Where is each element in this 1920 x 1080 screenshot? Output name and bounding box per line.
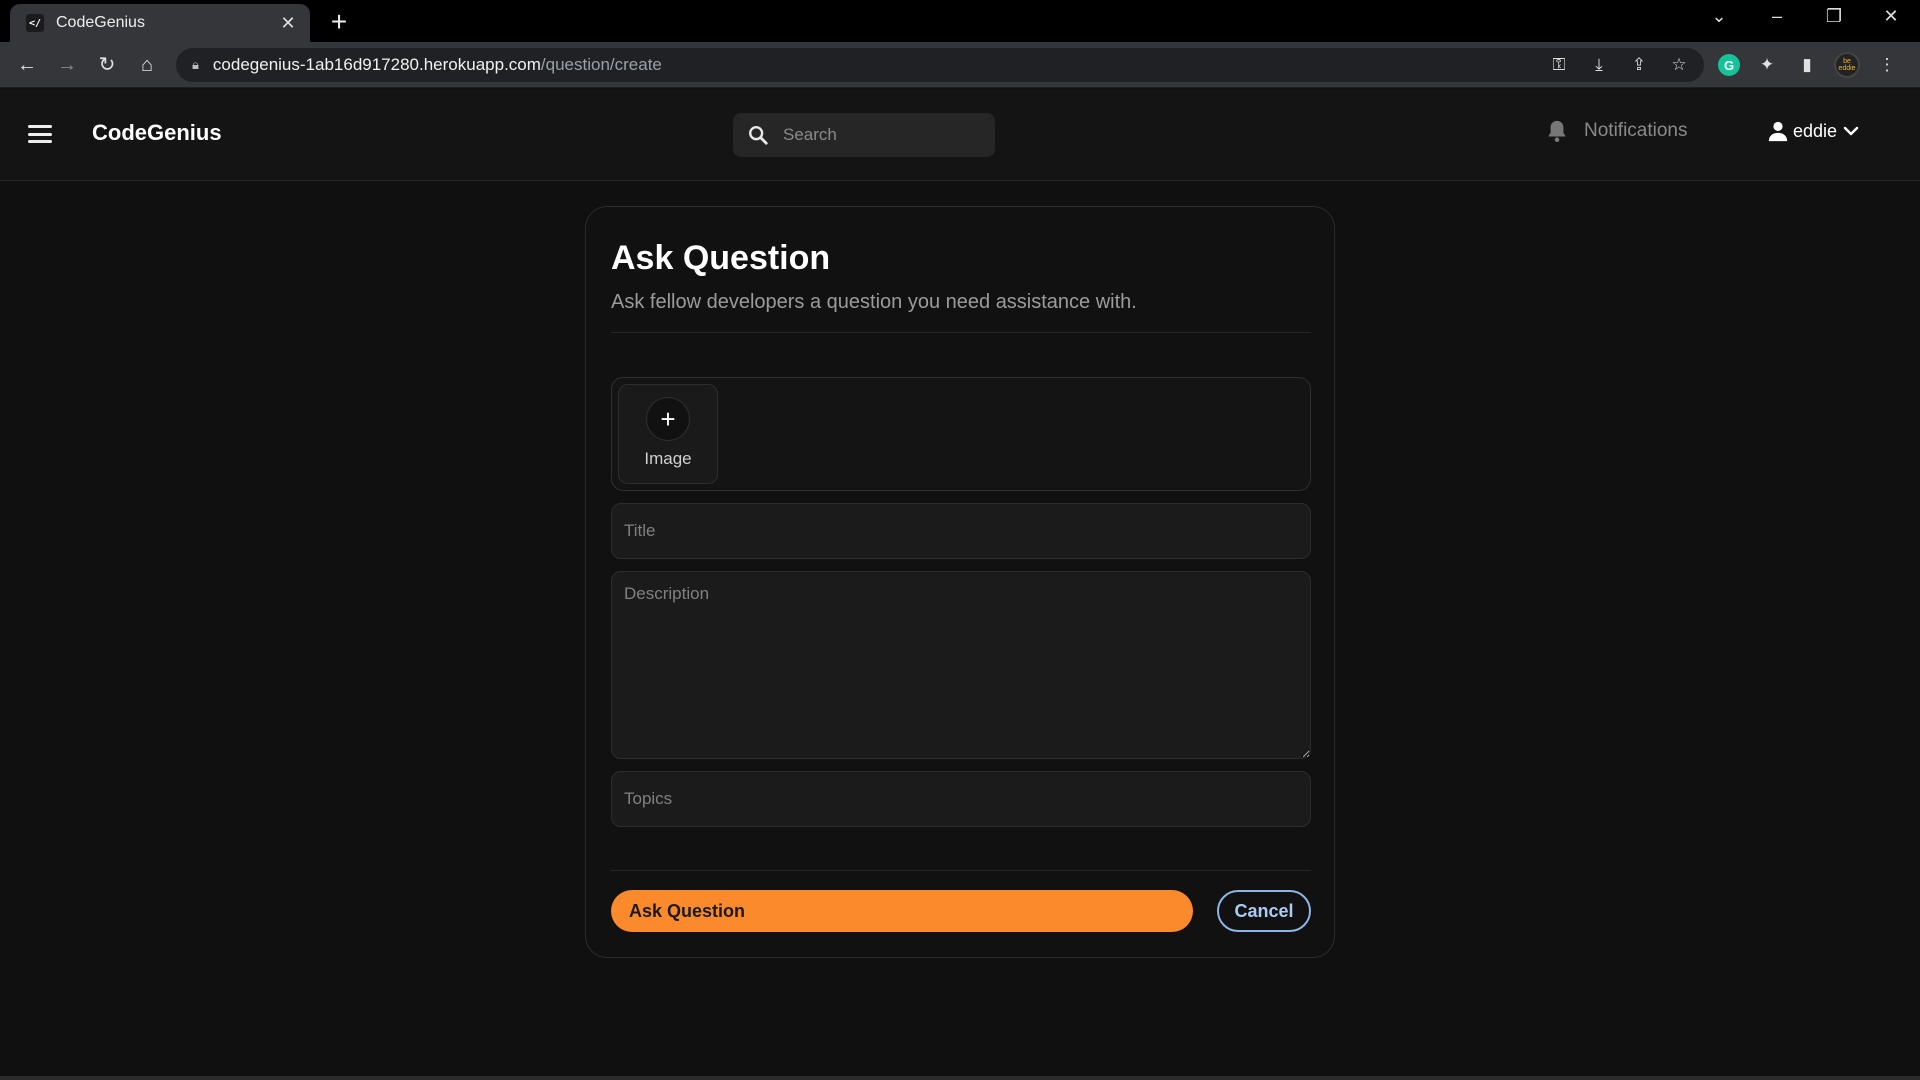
description-textarea[interactable]: [611, 571, 1311, 759]
home-icon[interactable]: ⌂: [134, 52, 160, 78]
browser-toolbar: ← → ↻ ⌂ 🔒︎ codegenius-1ab16d917280.herok…: [0, 42, 1920, 88]
browser-tab[interactable]: </ CodeGenius ✕: [10, 4, 310, 42]
user-menu[interactable]: eddie: [1767, 120, 1859, 142]
tab-search-chevron-icon[interactable]: ⌄: [1704, 6, 1734, 27]
header-divider: [611, 332, 1311, 333]
password-key-icon[interactable]: ⚿: [1548, 54, 1570, 76]
extensions-puzzle-icon[interactable]: ✦: [1754, 52, 1780, 78]
footer-divider: [611, 870, 1311, 871]
plus-icon: +: [646, 397, 690, 441]
back-arrow-icon[interactable]: ←: [14, 52, 40, 78]
grammarly-extension-icon[interactable]: G: [1718, 54, 1740, 76]
ask-question-button[interactable]: Ask Question: [611, 890, 1193, 932]
browser-tab-bar: </ CodeGenius ✕ + ⌄ – ❐ ✕: [0, 0, 1920, 42]
tab-title: CodeGenius: [56, 14, 145, 31]
codegenius-favicon-icon: </: [26, 14, 44, 32]
restore-window-button[interactable]: ❐: [1819, 6, 1849, 27]
notifications-label: Notifications: [1584, 120, 1688, 141]
new-tab-button[interactable]: +: [324, 8, 354, 36]
cancel-button[interactable]: Cancel: [1217, 890, 1311, 932]
page-title: Ask Question: [611, 239, 831, 277]
browser-menu-icon[interactable]: ⋮: [1874, 52, 1900, 78]
close-window-button[interactable]: ✕: [1876, 6, 1906, 27]
image-upload-area: + Image: [611, 377, 1311, 491]
share-icon[interactable]: ⇪: [1628, 54, 1650, 76]
search-icon: [749, 126, 768, 145]
bottom-edge: [0, 1076, 1920, 1080]
user-icon: [1768, 121, 1788, 142]
add-image-button[interactable]: + Image: [618, 384, 718, 484]
forward-arrow-icon[interactable]: →: [54, 52, 80, 78]
url-host: codegenius-1ab16d917280.herokuapp.com: [212, 55, 541, 74]
search-input[interactable]: [783, 125, 973, 145]
bell-icon: [1548, 120, 1566, 142]
title-input[interactable]: [611, 503, 1311, 559]
close-tab-icon[interactable]: ✕: [278, 13, 298, 34]
url-path: /question/create: [540, 55, 662, 74]
brand-logo[interactable]: CodeGenius: [92, 120, 222, 146]
profile-avatar-icon[interactable]: be eddie: [1834, 52, 1860, 78]
side-panel-icon[interactable]: ▮: [1794, 52, 1820, 78]
page-subtitle: Ask fellow developers a question you nee…: [611, 291, 1137, 313]
hamburger-menu-icon[interactable]: [28, 125, 52, 143]
reload-icon[interactable]: ↻: [94, 52, 120, 78]
install-app-icon[interactable]: ⤓: [1588, 54, 1610, 76]
username-label: eddie: [1793, 120, 1838, 141]
topics-input[interactable]: [611, 771, 1311, 827]
ask-question-form: Ask Question Ask fellow developers a que…: [585, 206, 1335, 958]
search-box[interactable]: [733, 113, 995, 157]
app-header: CodeGenius Notifications eddie: [0, 89, 1920, 181]
add-image-label: Image: [644, 449, 692, 468]
bookmark-star-icon[interactable]: ☆: [1668, 54, 1690, 76]
notifications-link[interactable]: Notifications: [1546, 119, 1688, 143]
chevron-down-icon: [1843, 126, 1859, 136]
minimize-window-button[interactable]: –: [1762, 6, 1792, 27]
lock-icon: 🔒︎: [192, 57, 199, 72]
address-bar[interactable]: 🔒︎ codegenius-1ab16d917280.herokuapp.com…: [176, 48, 1704, 82]
